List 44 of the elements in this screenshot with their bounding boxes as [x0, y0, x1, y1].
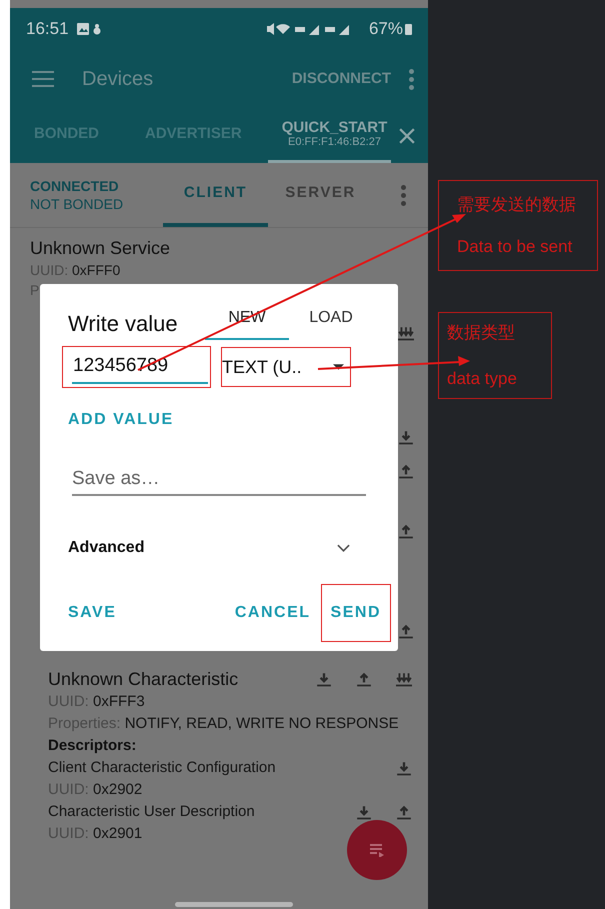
menu-icon[interactable] [32, 71, 54, 87]
annotation-text: 数据类型 [447, 322, 516, 342]
bond-state: NOT BONDED [30, 195, 124, 213]
dialog-button[interactable]: SEND [330, 601, 381, 625]
status-time: 16:51 [26, 18, 69, 40]
more-options-icon[interactable] [409, 68, 414, 90]
download-icon[interactable] [396, 760, 412, 776]
triple-arrow-icon[interactable] [398, 326, 414, 341]
descriptor-name: Characteristic User Description [48, 802, 256, 822]
app-title: Devices [82, 67, 154, 92]
annotation-text: 需要发送的数据 [457, 194, 577, 214]
more-options-icon[interactable] [401, 184, 406, 206]
upload-icon[interactable] [398, 624, 414, 639]
mode-tab[interactable]: SERVER [268, 163, 373, 227]
data-type-dropdown[interactable]: TEXT (U.. [222, 350, 350, 384]
descriptor-name: Client Characteristic Configuration [48, 758, 277, 778]
dialog-button[interactable]: SAVE [68, 601, 116, 625]
characteristic-name: Unknown Characteristic [48, 668, 240, 691]
descriptors-label: Descriptors: [48, 736, 138, 756]
disconnect-button[interactable]: DISCONNECT [292, 68, 391, 90]
add-value-button[interactable]: ADD VALUE [68, 408, 174, 432]
device-tab[interactable]: QUICK_START E0:FF:F1:46:B2:27 [268, 108, 392, 163]
triple-arrow-icon[interactable] [396, 672, 412, 686]
connection-state: CONNECTED [30, 177, 120, 195]
dialog-button[interactable]: CANCEL [234, 601, 311, 625]
playlist-icon [369, 843, 385, 857]
battery-percent: 67% [368, 18, 403, 40]
download-icon[interactable] [316, 672, 332, 686]
annotation-text: Data to be sent [457, 236, 574, 256]
save-as-input[interactable]: Save as… [72, 464, 366, 496]
annotation-text: data type [447, 368, 518, 388]
upload-icon[interactable] [396, 804, 412, 820]
dialog-title: Write value [68, 310, 179, 338]
advanced-toggle[interactable]: Advanced [68, 536, 382, 560]
download-icon[interactable] [398, 430, 414, 445]
upload-icon[interactable] [398, 524, 414, 539]
upload-icon[interactable] [398, 464, 414, 479]
dropdown-caret-icon [333, 364, 344, 370]
download-icon[interactable] [356, 804, 372, 820]
battery-icon [405, 24, 412, 34]
mode-tab[interactable]: CLIENT [163, 163, 268, 227]
service-name: Unknown Service [30, 237, 172, 260]
dialog-tab[interactable]: LOAD [289, 306, 373, 340]
upload-icon[interactable] [356, 672, 372, 686]
